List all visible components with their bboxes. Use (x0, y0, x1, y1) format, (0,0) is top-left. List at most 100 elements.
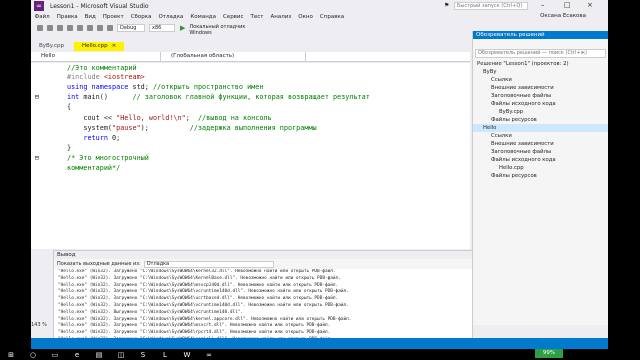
document-tabs: ByBy.cpp Hello.cpp × (31, 42, 471, 51)
output-toolbar: Показать выходные данные из: Отладка (54, 259, 472, 269)
tree-node-file[interactable]: ByBy.cpp (473, 108, 608, 116)
collapse-icon[interactable]: ⊟ (35, 93, 39, 102)
output-line: "Hello.exe" (Win32). Загружено "C:\Windo… (58, 269, 336, 274)
debugger-select[interactable]: Локальный отладчик Windows (187, 24, 263, 36)
tree-node-resources[interactable]: Файлы ресурсов (473, 172, 608, 180)
tree-node-project-hello[interactable]: Hello (473, 124, 608, 132)
code-line: system("pause"); //задержка выполнения п… (67, 124, 317, 132)
visual-studio-logo-icon: ∞ (34, 1, 44, 11)
code-line: using namespace std; //открыть пространс… (67, 83, 264, 91)
search-icon[interactable]: ○ (28, 351, 38, 359)
task-view-icon[interactable]: ▭ (50, 351, 60, 359)
minimize-button[interactable]: – (541, 1, 545, 9)
filter-icon[interactable]: ⚑ (444, 2, 449, 9)
solution-explorer: Обозреватель решений Обозреватель решени… (472, 31, 608, 325)
close-window-button[interactable]: × (587, 1, 593, 9)
code-line: #include <iostream> (67, 73, 145, 81)
output-line: "Hello.exe" (Win32). Выгружено "C:\Windo… (58, 309, 244, 315)
user-name[interactable]: Оксана Есакова (540, 13, 586, 19)
window-title: Lesson1 - Microsoft Visual Studio (50, 2, 149, 10)
tree-node-external-deps[interactable]: Внешние зависимости (473, 84, 608, 92)
new-project-icon[interactable] (57, 25, 63, 31)
code-line: cout << "Hello, world!\n"; //вывод на ко… (67, 114, 272, 122)
solution-explorer-title: Обозреватель решений (473, 31, 608, 39)
menu-window[interactable]: Окно (298, 14, 313, 20)
code-line: комментарий*/ (67, 164, 121, 172)
output-line: "Hello.exe" (Win32). Загружено "C:\Windo… (58, 296, 339, 302)
start-debugging-icon[interactable]: ▶ (180, 24, 185, 32)
tree-node-external-deps[interactable]: Внешние зависимости (473, 140, 608, 148)
save-all-icon[interactable] (87, 25, 93, 31)
code-line: /* Это многострочный (67, 154, 149, 162)
tree-node-resources[interactable]: Файлы ресурсов (473, 116, 608, 124)
zoom-level[interactable]: 143 % (31, 322, 47, 328)
navigation-bar: Hello (Глобальная область) (31, 52, 470, 62)
code-line: //Это комментарий (67, 64, 137, 72)
menu-bar: Файл Правка Вид Проект Сборка Отладка Ко… (31, 12, 608, 22)
platform-select[interactable]: x86 (149, 24, 175, 32)
tree-node-solution[interactable]: Решение "Lesson1" (проектов: 2) (473, 60, 608, 68)
tab-label: ByBy.cpp (39, 43, 65, 49)
menu-help[interactable]: Справка (320, 14, 344, 20)
tree-node-sources[interactable]: Файлы исходного кода (473, 100, 608, 108)
tab-label: Hello.cpp (82, 43, 108, 49)
project-select[interactable]: Hello (31, 52, 161, 61)
output-panel: Вывод Показать выходные данные из: Отлад… (53, 250, 473, 349)
maximize-button[interactable]: □ (564, 1, 571, 9)
menu-edit[interactable]: Правка (57, 14, 78, 20)
store-icon[interactable]: ◫ (116, 351, 126, 359)
tab-hello[interactable]: Hello.cpp × (74, 42, 125, 51)
output-text[interactable]: "Hello.exe" (Win32). Загружено "C:\Windo… (54, 269, 472, 346)
tree-node-headers[interactable]: Заголовочные файлы (473, 148, 608, 156)
tab-byby[interactable]: ByBy.cpp (31, 42, 73, 51)
status-bar (31, 338, 608, 349)
visual-studio-icon[interactable]: ∞ (204, 351, 214, 359)
code-line: } (67, 144, 72, 152)
save-icon[interactable] (77, 25, 83, 31)
visual-studio-window: ∞ Lesson1 - Microsoft Visual Studio ⚑ Бы… (31, 0, 608, 349)
undo-icon[interactable] (97, 25, 103, 31)
battery-indicator: 99% (535, 349, 563, 358)
output-source-label: Показать выходные данные из: (57, 261, 141, 267)
output-title: Вывод (54, 251, 472, 259)
explorer-icon[interactable]: ▤ (94, 351, 104, 359)
tree-node-file[interactable]: Hello.cpp (473, 164, 608, 172)
menu-tools[interactable]: Сервис (223, 14, 244, 20)
solution-explorer-toolbar (473, 39, 608, 49)
skype-icon[interactable]: S (138, 351, 148, 359)
menu-debug[interactable]: Отладка (158, 14, 183, 20)
code-line: return 0; (67, 134, 121, 142)
tree-node-project-byby[interactable]: ByBy (473, 68, 608, 76)
menu-build[interactable]: Сборка (131, 14, 152, 20)
redo-icon[interactable] (107, 25, 113, 31)
title-bar: ∞ Lesson1 - Microsoft Visual Studio ⚑ Бы… (31, 0, 608, 12)
configuration-select[interactable]: Debug (117, 24, 145, 32)
quick-launch-input[interactable]: Быстрый запуск (Ctrl+Q) (454, 2, 528, 10)
output-line: "Hello.exe" (Win32). Загружено "C:\Windo… (58, 330, 331, 336)
edge-icon[interactable]: e (72, 351, 82, 359)
output-line: "Hello.exe" (Win32). Загружено "C:\Windo… (58, 302, 349, 308)
scope-select[interactable]: (Глобальная область) (161, 52, 306, 61)
open-icon[interactable] (67, 25, 73, 31)
back-icon[interactable] (37, 25, 43, 31)
menu-view[interactable]: Вид (85, 14, 96, 20)
code-editor[interactable]: //Это комментарий #include <iostream> us… (31, 63, 470, 249)
code-line: { (67, 103, 72, 111)
close-tab-icon[interactable]: × (112, 43, 117, 49)
word-icon[interactable]: W (182, 351, 192, 359)
tree-node-references[interactable]: Ссылки (473, 76, 608, 84)
menu-file[interactable]: Файл (35, 14, 50, 20)
solution-search-input[interactable]: Обозреватель решений — поиск (Ctrl+ж) (475, 49, 606, 58)
windows-start-icon[interactable]: ⊞ (6, 351, 16, 359)
tree-node-references[interactable]: Ссылки (473, 132, 608, 140)
collapse-icon[interactable]: ⊟ (35, 154, 39, 163)
menu-team[interactable]: Команда (190, 14, 216, 20)
tree-node-headers[interactable]: Заголовочные файлы (473, 92, 608, 100)
menu-test[interactable]: Тест (251, 14, 264, 20)
tree-node-sources[interactable]: Файлы исходного кода (473, 156, 608, 164)
menu-analyze[interactable]: Анализ (271, 14, 292, 20)
output-source-select[interactable]: Отладка (143, 260, 274, 268)
app-icon[interactable]: L (160, 351, 170, 359)
forward-icon[interactable] (47, 25, 53, 31)
menu-project[interactable]: Проект (103, 14, 124, 20)
